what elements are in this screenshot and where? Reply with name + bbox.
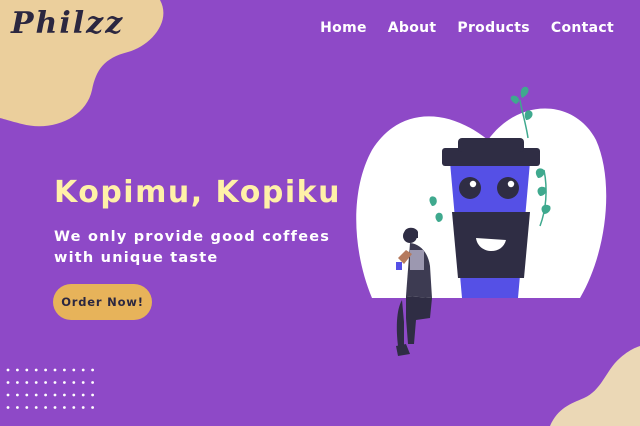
coffee-mascot-illustration xyxy=(356,86,607,356)
